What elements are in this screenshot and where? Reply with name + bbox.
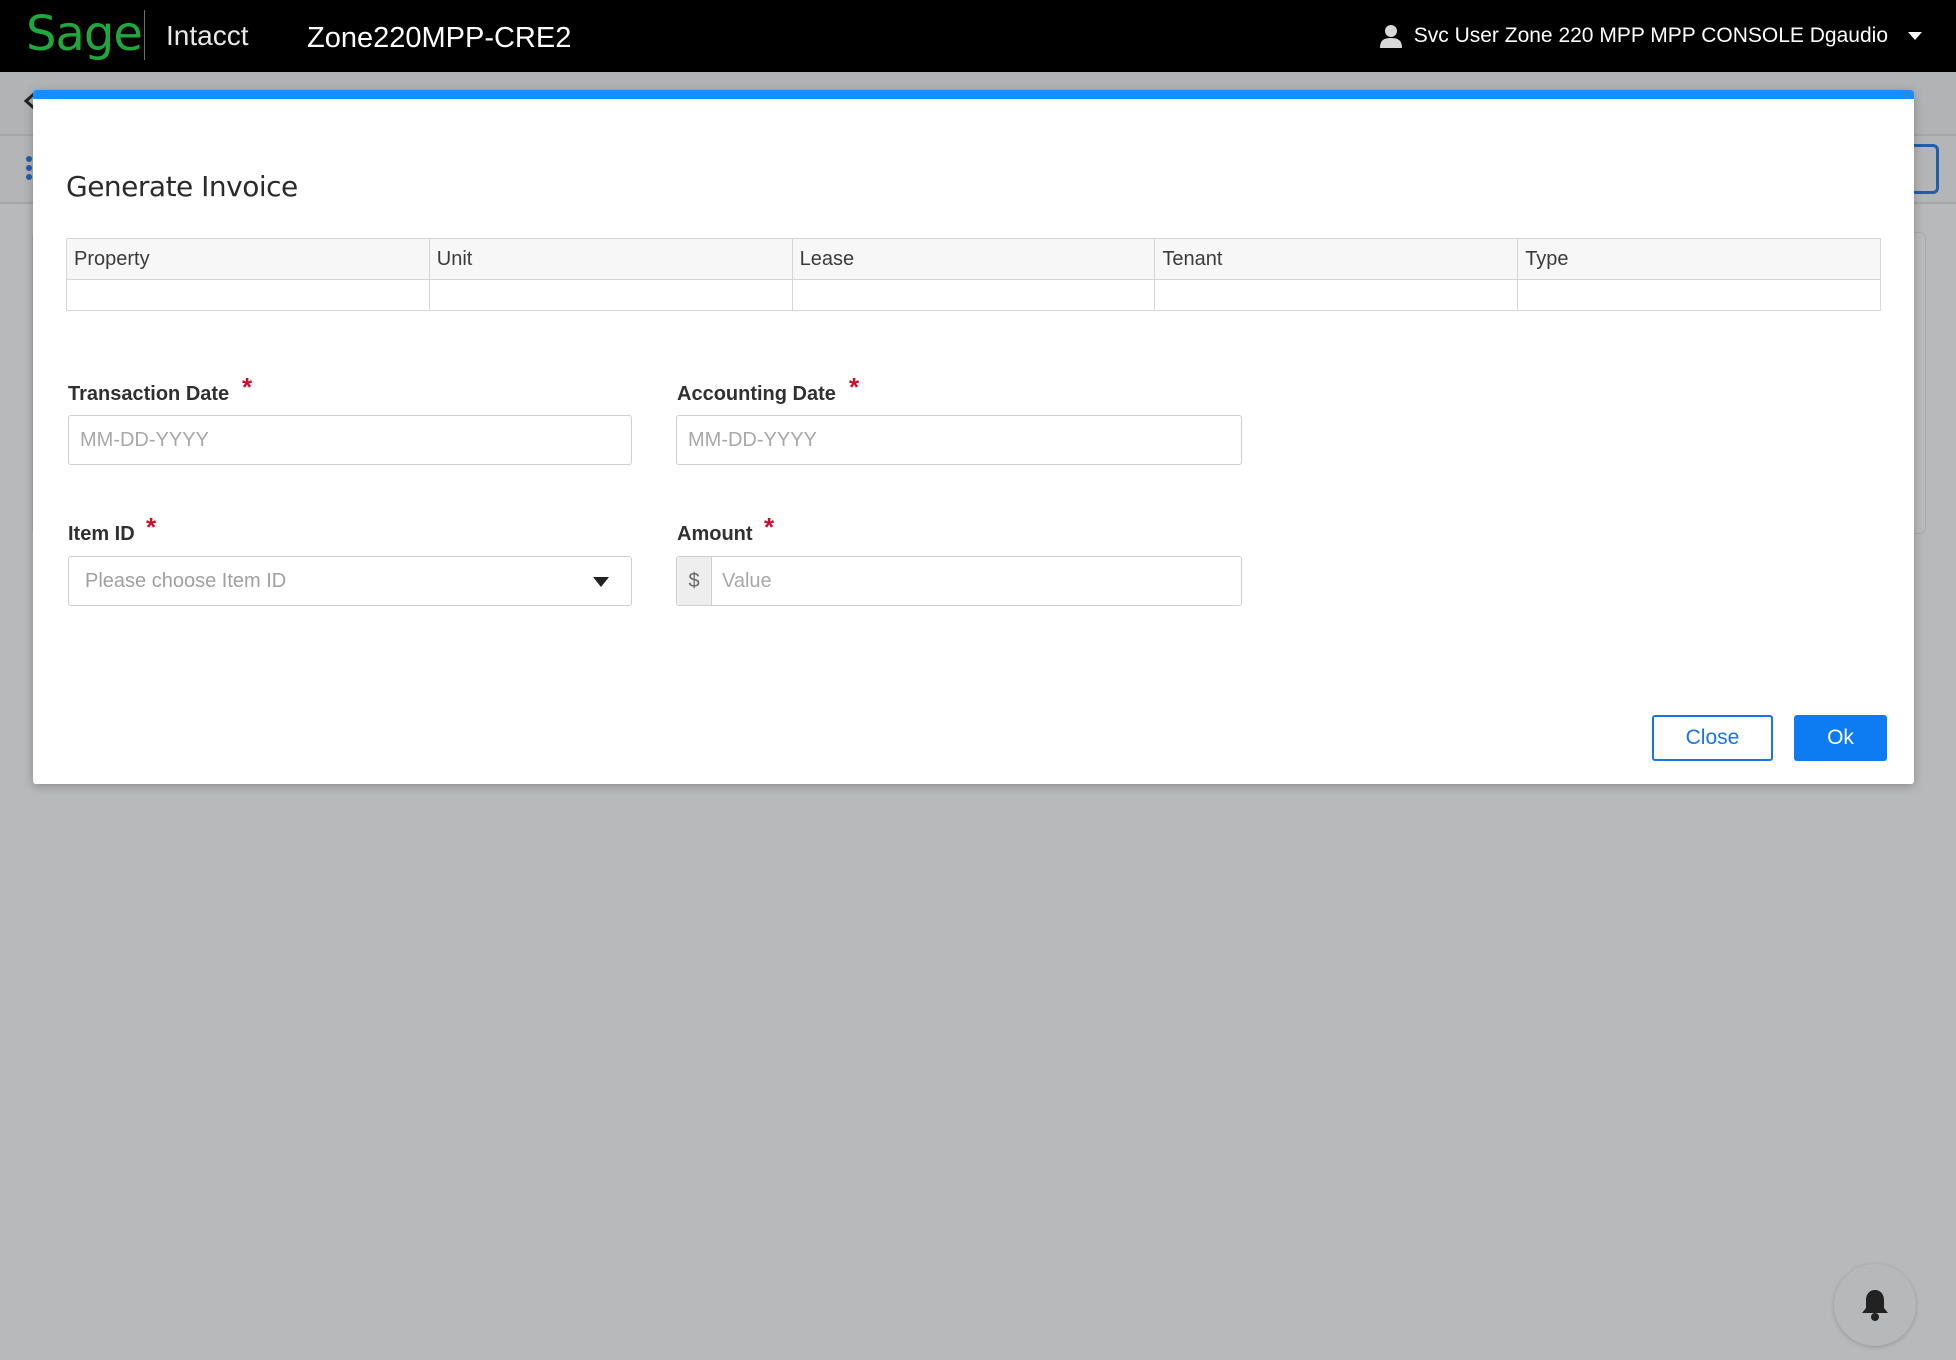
accounting-date-required-marker: * — [849, 372, 860, 402]
dialog-accent-bar — [33, 90, 1914, 99]
accounting-date-label: Accounting Date — [677, 383, 836, 405]
amount-label: Amount — [677, 523, 753, 545]
transaction-date-required-marker: * — [242, 372, 253, 402]
logo-divider — [144, 10, 145, 60]
column-header-lease: Lease — [791, 238, 1156, 280]
user-icon — [1379, 25, 1402, 48]
ok-button[interactable]: Ok — [1794, 715, 1887, 761]
table-row — [66, 279, 1881, 311]
item-id-label: Item ID — [68, 523, 135, 545]
item-id-required-marker: * — [146, 512, 157, 542]
amount-required-marker: * — [764, 512, 775, 542]
sage-logo[interactable]: Sage — [26, 4, 143, 64]
column-header-type: Type — [1517, 238, 1881, 280]
notifications-button[interactable] — [1834, 1264, 1916, 1346]
amount-field: $ — [676, 556, 1242, 606]
item-id-select[interactable]: Please choose Item ID — [68, 556, 632, 606]
top-header-bar: Sage Intacct Zone220MPP-CRE2 Svc User Zo… — [0, 0, 1956, 72]
user-menu[interactable]: Svc User Zone 220 MPP MPP CONSOLE Dgaudi… — [1379, 22, 1922, 50]
column-header-property: Property — [66, 238, 430, 280]
item-id-select-placeholder: Please choose Item ID — [85, 570, 287, 592]
table-header-row: Property Unit Lease Tenant Type — [66, 238, 1881, 280]
generate-invoice-dialog: Generate Invoice Property Unit Lease Ten… — [33, 90, 1914, 784]
transaction-date-input[interactable] — [68, 415, 632, 465]
table-cell — [428, 279, 793, 311]
company-name[interactable]: Zone220MPP-CRE2 — [307, 22, 571, 55]
chevron-down-icon — [593, 577, 609, 587]
table-cell — [1517, 279, 1881, 311]
user-name: Svc User Zone 220 MPP MPP CONSOLE Dgaudi… — [1413, 24, 1888, 47]
bell-icon — [1862, 1290, 1888, 1321]
close-button[interactable]: Close — [1652, 715, 1773, 761]
amount-input[interactable] — [712, 557, 1241, 605]
currency-symbol: $ — [677, 557, 712, 605]
caret-down-icon — [1908, 32, 1922, 40]
table-cell — [791, 279, 1156, 311]
table-cell — [1154, 279, 1519, 311]
lease-info-table: Property Unit Lease Tenant Type — [66, 238, 1881, 311]
column-header-tenant: Tenant — [1154, 238, 1519, 280]
product-name: Intacct — [166, 20, 249, 51]
accounting-date-input[interactable] — [676, 415, 1242, 465]
column-header-unit: Unit — [428, 238, 793, 280]
table-cell — [66, 279, 430, 311]
dialog-title: Generate Invoice — [66, 170, 298, 203]
transaction-date-label: Transaction Date — [68, 383, 230, 405]
